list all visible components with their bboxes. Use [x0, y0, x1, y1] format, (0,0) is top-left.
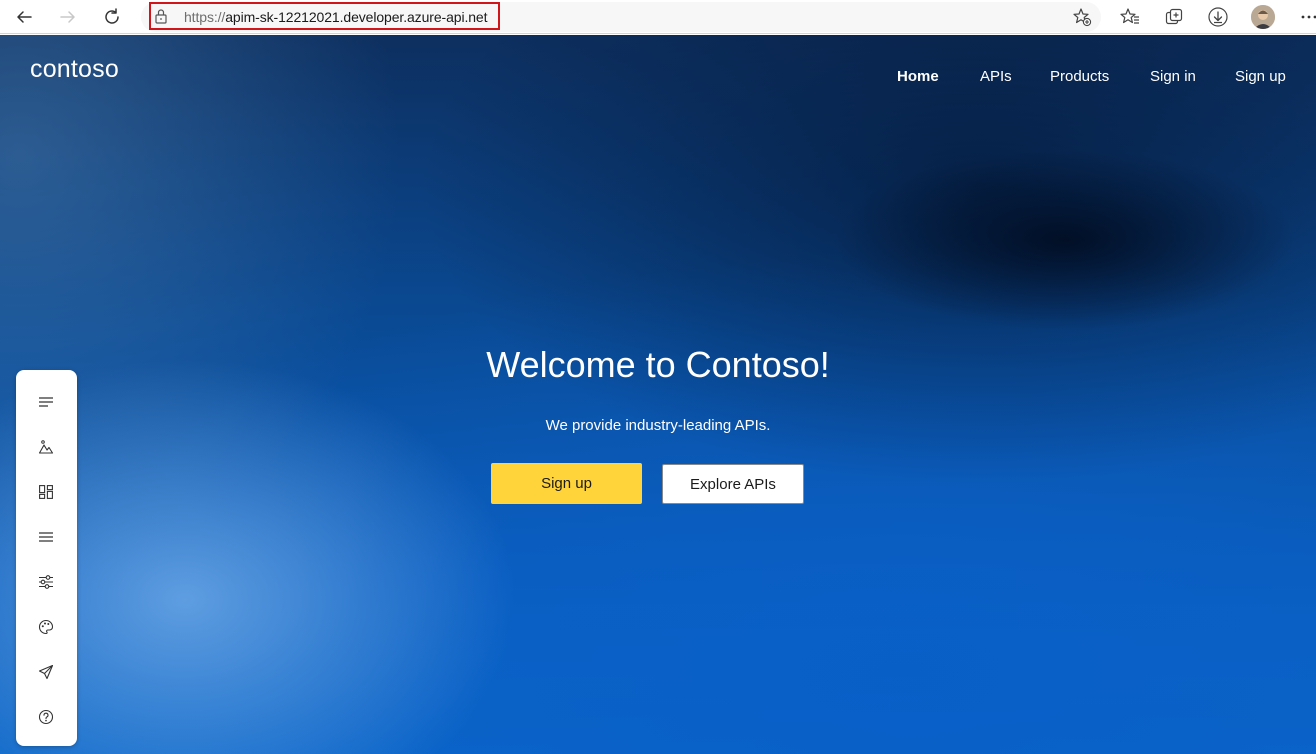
url-scheme: https:// — [184, 9, 226, 25]
favorites-icon[interactable] — [1117, 4, 1143, 30]
star-add-icon[interactable] — [1069, 4, 1095, 30]
media-icon[interactable] — [36, 437, 56, 457]
publish-icon[interactable] — [36, 662, 56, 682]
explore-apis-button[interactable]: Explore APIs — [662, 464, 804, 504]
lock-icon[interactable] — [154, 8, 168, 24]
forward-arrow-icon[interactable] — [55, 4, 81, 30]
menu-icon[interactable] — [36, 527, 56, 547]
nav-sign-in[interactable]: Sign in — [1150, 68, 1196, 85]
refresh-icon[interactable] — [99, 4, 125, 30]
nav-home[interactable]: Home — [897, 68, 939, 85]
nav-products[interactable]: Products — [1050, 68, 1109, 85]
collections-icon[interactable] — [1161, 4, 1187, 30]
settings-sliders-icon[interactable] — [36, 572, 56, 592]
profile-avatar[interactable] — [1251, 5, 1275, 29]
nav-sign-up[interactable]: Sign up — [1235, 68, 1286, 85]
hero-subtitle: We provide industry-leading APIs. — [545, 417, 771, 434]
site-nav: Home APIs Products Sign in Sign up — [0, 68, 1316, 88]
url-host: apim-sk-12212021.developer.azure-api.net — [225, 9, 488, 25]
help-icon[interactable] — [36, 707, 56, 727]
editor-side-toolbar — [16, 370, 77, 746]
nav-apis[interactable]: APIs — [980, 68, 1012, 85]
hero-section: contoso Home APIs Products Sign in Sign … — [0, 35, 1316, 754]
sign-up-button[interactable]: Sign up — [491, 463, 642, 504]
text-lines-icon[interactable] — [36, 392, 56, 412]
layout-icon[interactable] — [36, 482, 56, 502]
back-arrow-icon[interactable] — [11, 4, 37, 30]
download-icon[interactable] — [1205, 4, 1231, 30]
palette-icon[interactable] — [36, 617, 56, 637]
browser-toolbar: https://apim-sk-12212021.developer.azure… — [0, 0, 1316, 34]
hero-title: Welcome to Contoso! — [486, 344, 830, 385]
url-text[interactable]: https://apim-sk-12212021.developer.azure… — [184, 7, 488, 27]
more-icon[interactable] — [1296, 4, 1316, 30]
